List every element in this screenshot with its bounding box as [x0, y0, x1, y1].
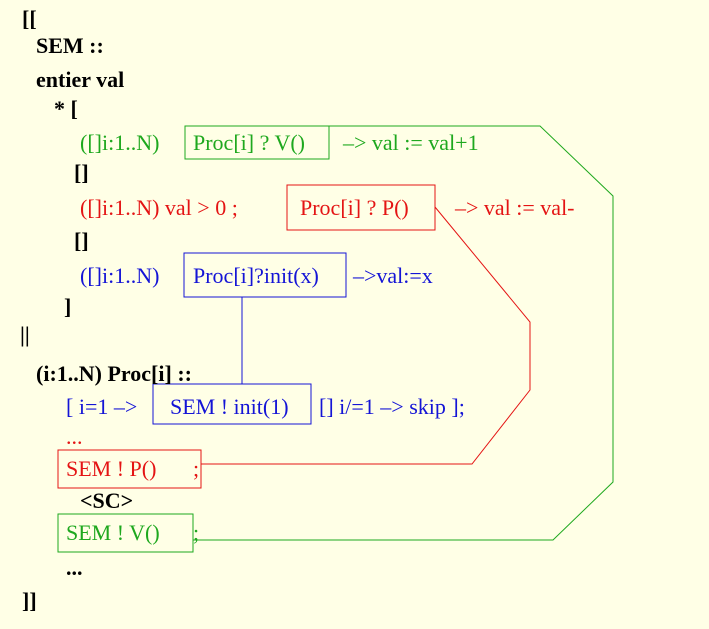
separator-1: []	[74, 160, 89, 185]
send-p-semicolon: ;	[193, 456, 200, 481]
sem-declaration: SEM ::	[36, 33, 104, 58]
connector-v	[193, 125, 614, 541]
entier-val: entier val	[36, 67, 125, 92]
guard-init-action: –>val:=x	[353, 263, 433, 288]
guard-p-recv: Proc[i] ? P()	[300, 195, 409, 220]
ellipsis-red: ...	[66, 424, 83, 449]
parallel-operator: ||	[20, 322, 30, 347]
send-v-semicolon: ;	[193, 520, 200, 545]
star-loop: * [	[54, 96, 78, 121]
send-v: SEM ! V()	[66, 520, 160, 545]
close-bracket: ]]	[22, 588, 37, 613]
guard-v-action: –> val := val+1	[343, 130, 479, 155]
guard-p-action: –> val := val-	[455, 195, 575, 220]
connector-p	[201, 206, 531, 465]
guard-p-prefix: ([]i:1..N) val > 0 ;	[80, 195, 238, 220]
guard-v-prefix: ([]i:1..N)	[80, 130, 160, 155]
sc-marker: <SC>	[80, 488, 134, 513]
send-p: SEM ! P()	[66, 456, 157, 481]
open-bracket: [[	[22, 6, 37, 31]
guard-init-recv: Proc[i]?init(x)	[193, 263, 319, 288]
guard-init-prefix: ([]i:1..N)	[80, 263, 160, 288]
close-inner-bracket: ]	[64, 294, 72, 319]
ellipsis-black: ...	[66, 555, 83, 580]
proc-declaration: (i:1..N) Proc[i] ::	[36, 361, 192, 386]
separator-2: []	[74, 228, 89, 253]
guard-v-recv: Proc[i] ? V()	[193, 130, 305, 155]
init-suffix: [] i/=1 –> skip ];	[319, 394, 465, 419]
init-prefix: [ i=1 –>	[66, 394, 138, 419]
init-send: SEM ! init(1)	[170, 394, 289, 419]
